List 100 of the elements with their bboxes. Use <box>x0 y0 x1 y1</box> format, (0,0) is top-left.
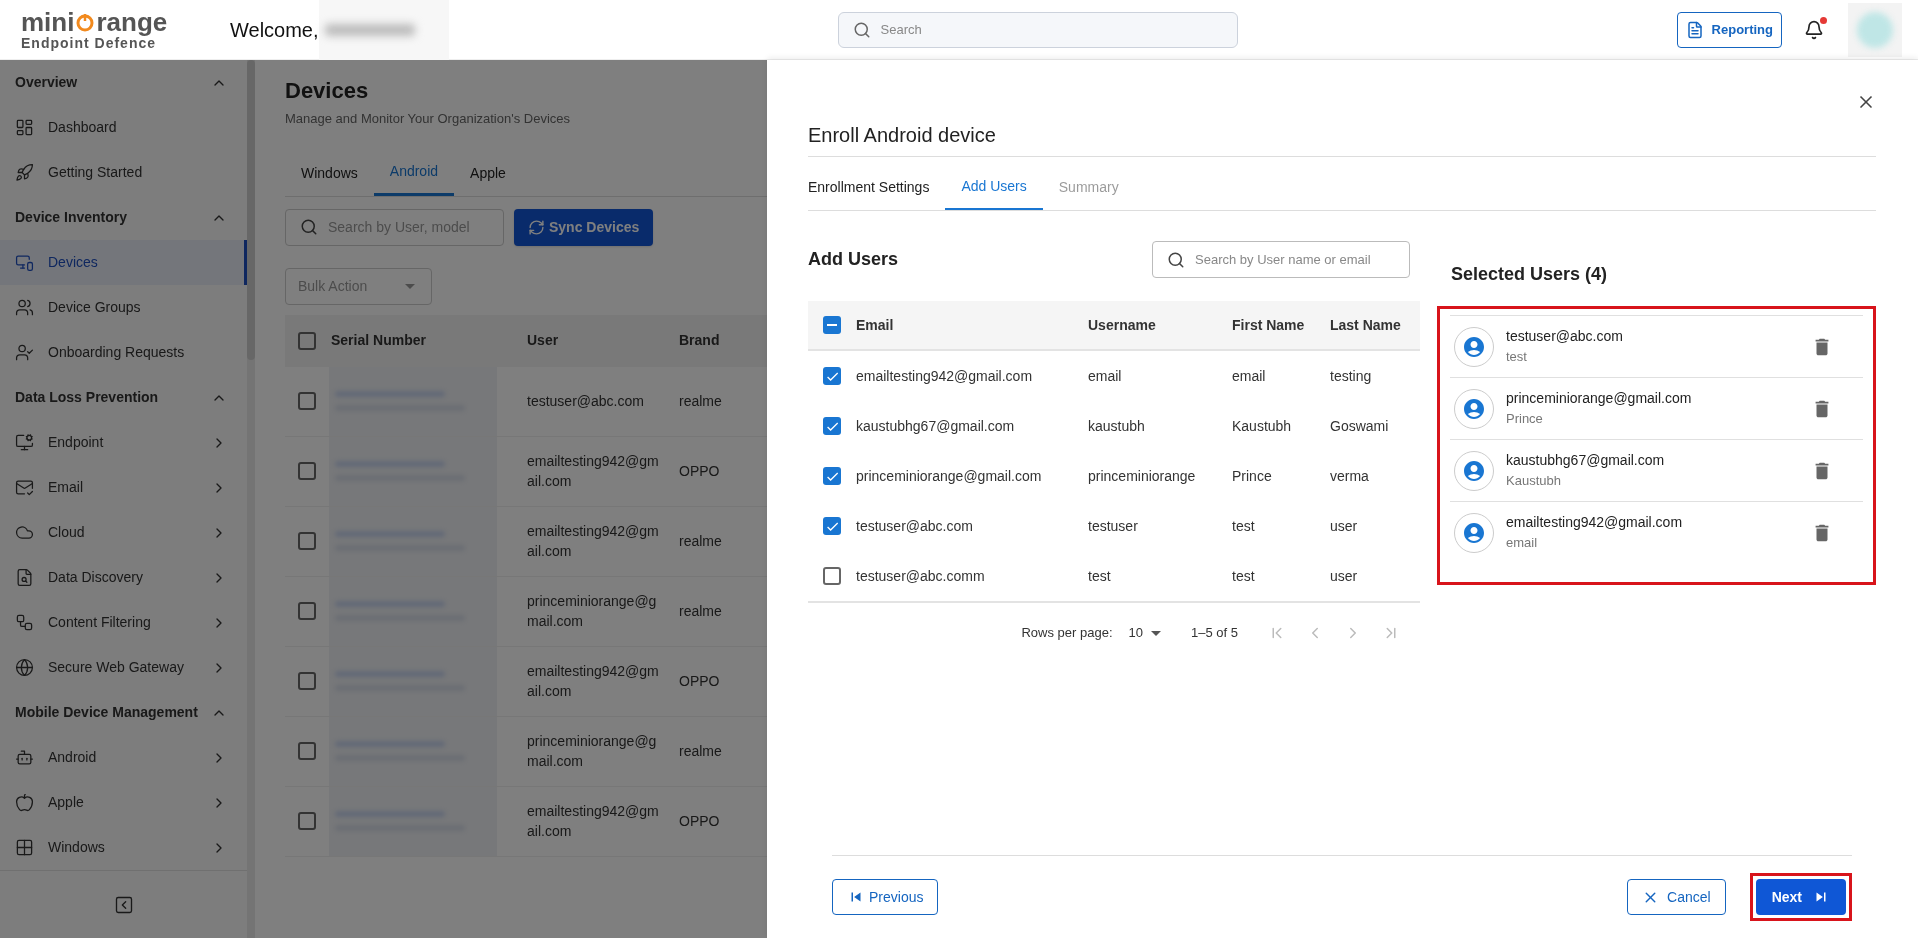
cancel-button[interactable]: Cancel <box>1627 879 1726 915</box>
rocket-icon <box>15 163 34 182</box>
table-cell-text: testing <box>1330 366 1372 386</box>
table-cell-text: OPPO <box>679 462 721 481</box>
dashboard-icon <box>15 118 34 137</box>
sidebar-item[interactable]: Devices <box>0 240 247 285</box>
table-cell-text: realme <box>679 742 723 761</box>
page-range: 1–5 of 5 <box>1191 624 1238 643</box>
cloud-icon <box>15 523 34 542</box>
minus-icon <box>827 324 837 326</box>
table-cell-text: testuser@abc.com <box>527 392 645 411</box>
table-cell-text: princeminiorange <box>1088 466 1197 486</box>
table-cell-text: emailtesting942@gmail.com <box>856 366 1034 386</box>
table-cell-text: email <box>1232 366 1267 386</box>
bell-icon <box>1804 19 1824 40</box>
sidebar-item[interactable]: Device Groups <box>0 285 247 330</box>
sidebar-item[interactable]: Apple <box>0 780 247 825</box>
workflow-icon <box>15 613 34 632</box>
checkbox[interactable] <box>823 567 841 585</box>
sidebar-section-header[interactable]: Data Loss Prevention <box>0 375 247 420</box>
step-tab[interactable]: Add Users <box>945 165 1043 210</box>
sidebar-item[interactable]: Cloud <box>0 510 247 555</box>
platform-tab[interactable]: Android <box>373 150 455 196</box>
table-cell-text: Kaustubh <box>1232 416 1293 436</box>
global-search-field[interactable]: Search <box>837 11 1238 48</box>
user-search-field[interactable]: Search by User name or email <box>1152 241 1410 278</box>
table-cell-text: realme <box>679 532 723 551</box>
checkbox[interactable] <box>823 316 841 334</box>
checkbox[interactable] <box>298 392 316 410</box>
column-header: Email <box>856 315 895 335</box>
user-name: Kaustubh <box>1506 472 1562 491</box>
checkbox[interactable] <box>298 532 316 550</box>
table-cell-text: princeminiorange@gmail.com <box>527 732 658 771</box>
checkbox[interactable] <box>298 672 316 690</box>
reporting-button[interactable]: Reporting <box>1676 11 1782 48</box>
checkbox[interactable] <box>298 462 316 480</box>
checkbox[interactable] <box>823 417 841 435</box>
rows-per-page-select[interactable]: 10 <box>1128 623 1161 643</box>
table-cell-text: test <box>1232 566 1256 586</box>
document-icon <box>1685 20 1704 39</box>
sidebar-item[interactable]: Email <box>0 465 247 510</box>
sidebar-item[interactable]: Endpoint <box>0 420 247 465</box>
user-email: kaustubhg67@gmail.com <box>1506 451 1666 471</box>
checkbox[interactable] <box>823 367 841 385</box>
sidebar-item[interactable]: Dashboard <box>0 105 247 150</box>
platform-tab[interactable]: Windows <box>285 150 374 196</box>
search-icon <box>1167 250 1185 269</box>
table-cell-text: Goswami <box>1330 416 1389 436</box>
sidebar-item[interactable]: Windows <box>0 825 247 870</box>
dialog-title: Enroll Android device <box>808 120 1876 157</box>
user-email: testuser@abc.com <box>1506 327 1624 347</box>
scrollbar[interactable] <box>247 60 255 360</box>
page-subtitle: Manage and Monitor Your Organization's Devices <box>285 110 571 128</box>
table-cell-text: testuser <box>1088 516 1139 536</box>
table-cell-text: OPPO <box>679 812 721 831</box>
ring-icon <box>75 12 96 32</box>
page-title: Devices <box>285 77 369 105</box>
platform-tab[interactable]: Apple <box>454 150 522 196</box>
mail-check-icon <box>15 478 34 497</box>
sidebar-item[interactable]: Android <box>0 735 247 780</box>
checkbox[interactable] <box>298 602 316 620</box>
checkbox[interactable] <box>298 331 316 350</box>
column-header: Last Name <box>1330 315 1401 335</box>
checkbox[interactable] <box>823 467 841 485</box>
sidebar-item[interactable]: Secure Web Gateway <box>0 645 247 690</box>
step-tab[interactable]: Enrollment Settings <box>808 165 946 210</box>
table-cell-text: emailtesting942@gmail.com <box>527 452 660 491</box>
devices-icon <box>15 253 34 272</box>
sidebar-item[interactable]: Getting Started <box>0 150 247 195</box>
user-icon <box>1462 520 1486 545</box>
sidebar-item[interactable]: Data Discovery <box>0 555 247 600</box>
user-name: email <box>1506 534 1539 553</box>
column-header: Brand <box>678 331 720 350</box>
table-cell-text: user <box>1330 516 1358 536</box>
sidebar-section-header[interactable]: Device Inventory <box>0 195 247 240</box>
sidebar-item[interactable]: Onboarding Requests <box>0 330 247 375</box>
user-check-icon <box>15 343 34 362</box>
checkbox[interactable] <box>298 812 316 830</box>
search-icon <box>300 218 318 236</box>
sidebar-section-header[interactable]: Mobile Device Management <box>0 690 247 735</box>
caret-icon <box>1151 630 1161 636</box>
sidebar-section-header[interactable]: Overview <box>0 60 247 105</box>
section-title: Add Users <box>808 248 899 271</box>
sync-devices-button[interactable]: Sync Devices <box>514 208 654 246</box>
table-cell-text: user <box>1330 566 1358 586</box>
users-icon <box>15 298 34 317</box>
table-cell-text: OPPO <box>679 672 721 691</box>
previous-button[interactable]: Previous <box>832 879 939 915</box>
checkbox[interactable] <box>298 742 316 760</box>
logo[interactable]: mini range Endpoint Defence <box>0 9 200 50</box>
globe-icon <box>15 658 34 677</box>
user-icon <box>1462 334 1486 359</box>
sidebar-item[interactable]: Content Filtering <box>0 600 247 645</box>
table-cell-text: email <box>1088 366 1123 386</box>
next-button[interactable]: Next <box>1755 879 1846 915</box>
sync-icon <box>528 218 545 236</box>
apple-icon <box>15 793 34 812</box>
notification-button[interactable] <box>1804 19 1824 40</box>
checkbox[interactable] <box>823 517 841 535</box>
table-cell-text: emailtesting942@gmail.com <box>527 522 660 561</box>
